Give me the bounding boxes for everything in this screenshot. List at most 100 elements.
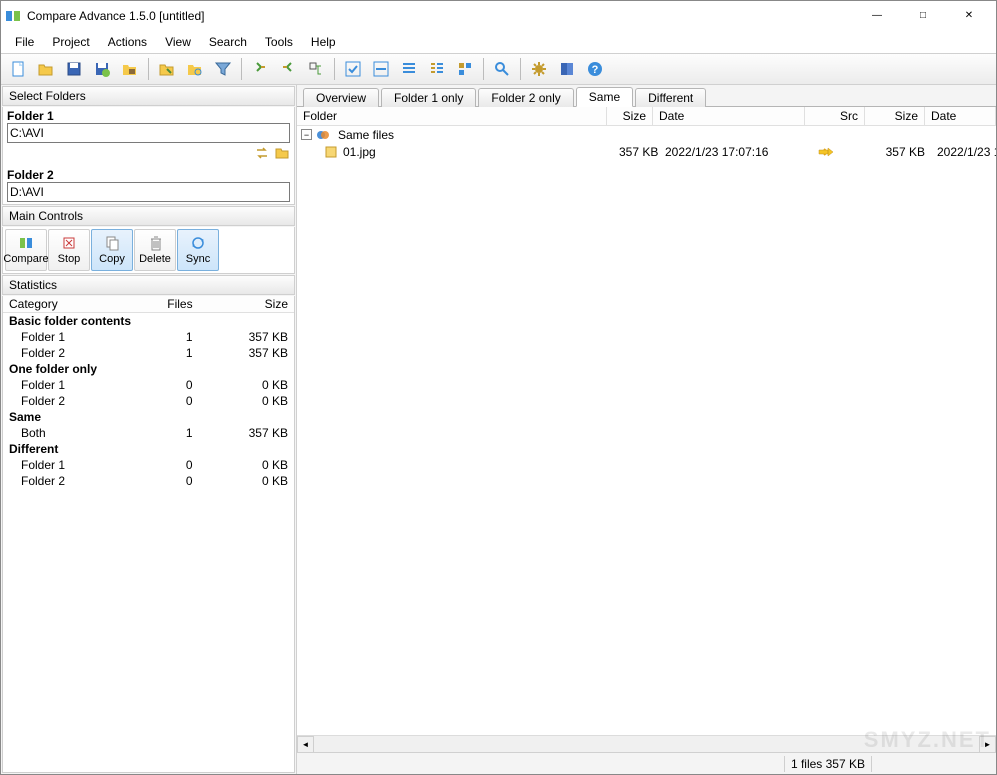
stop-button[interactable]: Stop — [48, 229, 90, 271]
tab-folder-1-only[interactable]: Folder 1 only — [381, 88, 476, 107]
menu-help[interactable]: Help — [303, 33, 344, 51]
refresh-left-icon[interactable] — [275, 56, 301, 82]
toolbar-separator — [483, 58, 484, 80]
menu-search[interactable]: Search — [201, 33, 255, 51]
folder1-label: Folder 1 — [7, 109, 290, 123]
stats-row: Both1357 KB — [3, 425, 294, 441]
file-name: 01.jpg — [337, 145, 613, 159]
toolbar-separator — [148, 58, 149, 80]
delete-button[interactable]: Delete — [134, 229, 176, 271]
tab-different[interactable]: Different — [635, 88, 706, 107]
grid-header: Folder Size Date Src Size Date — [297, 107, 996, 126]
stats-group: Basic folder contents — [3, 313, 294, 330]
col-src[interactable]: Src — [805, 107, 865, 125]
list-tree-icon[interactable] — [424, 56, 450, 82]
folder-browse-icon[interactable] — [182, 56, 208, 82]
stats-col-size[interactable]: Size — [199, 296, 294, 313]
horizontal-scrollbar[interactable]: ◄ ► — [297, 735, 996, 752]
tree-group-row[interactable]: − Same files — [297, 126, 996, 143]
book-icon[interactable] — [554, 56, 580, 82]
file-date2: 2022/1/23 17 — [931, 145, 996, 159]
copy-button[interactable]: Copy — [91, 229, 133, 271]
tab-same[interactable]: Same — [576, 87, 633, 107]
col-folder[interactable]: Folder — [297, 107, 607, 125]
list-icon[interactable] — [396, 56, 422, 82]
sync-icon — [190, 235, 206, 251]
stats-group: Same — [3, 409, 294, 425]
group-label: Same files — [332, 128, 400, 142]
tab-overview[interactable]: Overview — [303, 88, 379, 107]
swap-folders-icon[interactable] — [254, 145, 270, 161]
right-pane: OverviewFolder 1 onlyFolder 2 onlySameDi… — [297, 85, 996, 774]
file-size1: 357 KB — [613, 145, 659, 159]
window-title: Compare Advance 1.5.0 [untitled] — [27, 9, 854, 23]
maximize-button[interactable]: □ — [900, 1, 946, 31]
folder2-label: Folder 2 — [7, 168, 290, 182]
menu-project[interactable]: Project — [44, 33, 97, 51]
folder2-input[interactable] — [7, 182, 290, 202]
tree-expand-icon[interactable] — [303, 56, 329, 82]
file-icon — [325, 146, 337, 158]
copy-icon — [104, 235, 120, 251]
statistics-header: Statistics — [2, 275, 295, 295]
minimize-button[interactable]: — — [854, 1, 900, 31]
stats-row: Folder 200 KB — [3, 473, 294, 489]
scroll-left-icon[interactable]: ◄ — [297, 736, 314, 753]
save-as-icon[interactable] — [89, 56, 115, 82]
tab-bar: OverviewFolder 1 onlyFolder 2 onlySameDi… — [297, 85, 996, 107]
save-icon[interactable] — [61, 56, 87, 82]
menu-actions[interactable]: Actions — [100, 33, 155, 51]
menu-view[interactable]: View — [157, 33, 199, 51]
menu-bar: FileProjectActionsViewSearchToolsHelp — [1, 31, 996, 53]
funnel-icon[interactable] — [210, 56, 236, 82]
collapse-icon[interactable]: − — [301, 129, 312, 140]
tab-folder-2-only[interactable]: Folder 2 only — [478, 88, 573, 107]
scroll-right-icon[interactable]: ► — [979, 736, 996, 753]
sync-button[interactable]: Sync — [177, 229, 219, 271]
col-date[interactable]: Date — [653, 107, 805, 125]
help-icon[interactable]: ? — [582, 56, 608, 82]
col-size[interactable]: Size — [607, 107, 653, 125]
stats-row: Folder 200 KB — [3, 393, 294, 409]
menu-tools[interactable]: Tools — [257, 33, 301, 51]
stats-row: Folder 100 KB — [3, 457, 294, 473]
toolbar-separator — [334, 58, 335, 80]
grid-body[interactable]: − Same files 01.jpg 357 KB 2022/1/23 17:… — [297, 126, 996, 735]
stats-col-files[interactable]: Files — [129, 296, 198, 313]
uncheck-all-icon[interactable] — [368, 56, 394, 82]
archive-icon[interactable] — [117, 56, 143, 82]
folder1-input[interactable] — [7, 123, 290, 143]
check-all-icon[interactable] — [340, 56, 366, 82]
col-date2[interactable]: Date — [925, 107, 996, 125]
toolbar: ? — [1, 53, 996, 85]
stats-col-category[interactable]: Category — [3, 296, 129, 313]
search-icon[interactable] — [489, 56, 515, 82]
col-size2[interactable]: Size — [865, 107, 925, 125]
stats-group: Different — [3, 441, 294, 457]
browse-folder-icon[interactable] — [274, 145, 290, 161]
statistics-panel: CategoryFilesSizeBasic folder contents Fo… — [2, 296, 295, 773]
open-icon[interactable] — [33, 56, 59, 82]
scroll-track[interactable] — [314, 736, 979, 753]
menu-file[interactable]: File — [7, 33, 42, 51]
status-summary: 1 files 357 KB — [791, 757, 865, 771]
compare-button[interactable]: Compare — [5, 229, 47, 271]
folder-open-icon[interactable] — [154, 56, 180, 82]
close-button[interactable]: ✕ — [946, 1, 992, 31]
status-bar: 1 files 357 KB — [297, 752, 996, 774]
gear-icon[interactable] — [526, 56, 552, 82]
title-bar: Compare Advance 1.5.0 [untitled] — □ ✕ — [1, 1, 996, 31]
stats-row: Folder 100 KB — [3, 377, 294, 393]
select-folders-panel: Folder 1 Folder 2 — [2, 107, 295, 205]
main-controls-header: Main Controls — [2, 206, 295, 226]
new-icon[interactable] — [5, 56, 31, 82]
refresh-right-icon[interactable] — [247, 56, 273, 82]
toolbar-separator — [520, 58, 521, 80]
file-size2: 357 KB — [871, 145, 931, 159]
select-folders-header: Select Folders — [2, 86, 295, 106]
left-pane: Select Folders Folder 1 Folder 2 Main Co… — [1, 85, 297, 774]
table-row[interactable]: 01.jpg 357 KB 2022/1/23 17:07:16 357 KB … — [297, 143, 996, 160]
app-icon — [5, 8, 21, 24]
main-controls-panel: CompareStopCopyDeleteSync — [2, 227, 295, 274]
list-flat-icon[interactable] — [452, 56, 478, 82]
